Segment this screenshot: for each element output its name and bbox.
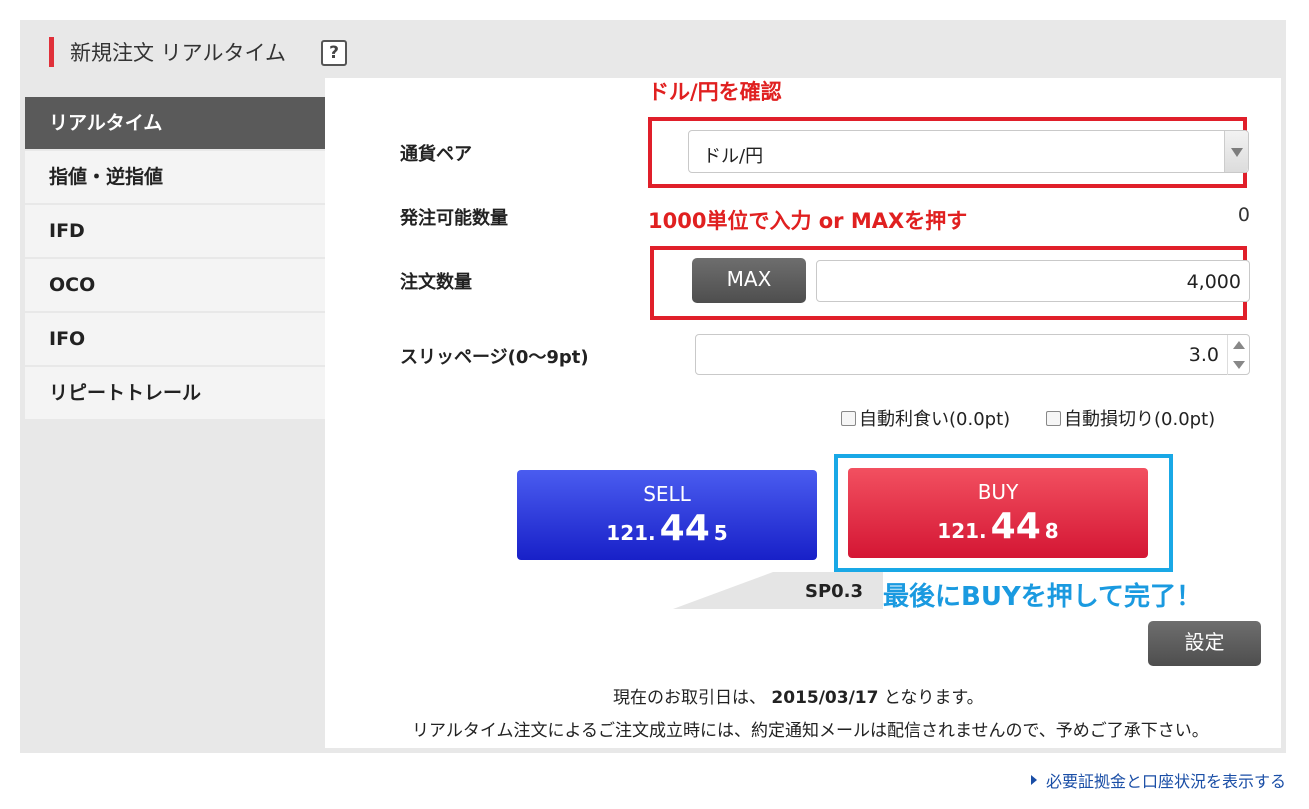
sell-price: 121. 44 5 <box>517 508 817 549</box>
order-qty-label: 注文数量 <box>400 272 472 293</box>
max-button[interactable]: MAX <box>692 258 806 303</box>
spread-wedge <box>673 572 773 609</box>
sidebar-item-oco[interactable]: OCO <box>25 259 325 313</box>
auto-take-profit-checkbox[interactable]: 自動利食い(0.0pt) <box>841 405 1010 431</box>
trade-date-prefix: 現在のお取引日は、 <box>613 688 766 708</box>
order-panel: 新規注文 リアルタイム ? リアルタイム 指値・逆指値 IFD OCO IFO … <box>20 20 1286 753</box>
trade-date-notice: 現在のお取引日は、 2015/03/17 となります。 <box>613 683 984 708</box>
triangle-right-icon <box>1030 775 1037 785</box>
sell-price-small: 5 <box>713 521 728 545</box>
order-qty-input[interactable]: 4,000 <box>816 260 1250 302</box>
buy-price-small: 8 <box>1044 519 1059 543</box>
slippage-input[interactable]: 3.0 <box>695 334 1250 375</box>
sell-price-int: 121. <box>606 521 656 545</box>
available-qty-label: 発注可能数量 <box>400 208 508 229</box>
mail-notice: リアルタイム注文によるご注文成立時には、約定通知メールは配信されませんので、予め… <box>412 721 1209 741</box>
page-title: 新規注文 リアルタイム <box>70 41 287 65</box>
buy-price-int: 121. <box>937 519 987 543</box>
trade-date-suffix: となります。 <box>883 688 984 708</box>
sidebar-item-ifo[interactable]: IFO <box>25 313 325 367</box>
trade-date: 2015/03/17 <box>771 688 879 708</box>
auto-stop-loss-checkbox[interactable]: 自動損切り(0.0pt) <box>1046 405 1215 431</box>
slippage-label: スリッページ(0〜9pt) <box>400 347 589 368</box>
buy-price: 121. 44 8 <box>848 506 1148 547</box>
order-qty-value: 4,000 <box>1186 271 1241 293</box>
margin-status-link[interactable]: 必要証拠金と口座状況を表示する <box>1030 768 1286 792</box>
spread-value: SP0.3 <box>805 581 864 602</box>
sidebar-item-ifd[interactable]: IFD <box>25 205 325 259</box>
checkbox-icon[interactable] <box>1046 410 1061 426</box>
auto-take-profit-label: 自動利食い(0.0pt) <box>859 409 1011 430</box>
buy-button[interactable]: BUY 121. 44 8 <box>848 468 1148 558</box>
currency-pair-label: 通貨ペア <box>400 144 472 165</box>
slippage-value: 3.0 <box>1188 344 1219 366</box>
auto-stop-loss-label: 自動損切り(0.0pt) <box>1064 409 1216 430</box>
sidebar-item-limit-stop[interactable]: 指値・逆指値 <box>25 151 325 205</box>
sidebar-item-repeat-trail[interactable]: リピートトレール <box>25 367 325 421</box>
help-icon[interactable]: ? <box>321 40 347 66</box>
buy-price-big: 44 <box>990 506 1041 547</box>
order-form: ドル/円を確認 通貨ペア ドル/円 発注可能数量 1000単位で入力 or MA… <box>325 78 1281 748</box>
title-accent-bar <box>49 37 54 67</box>
chevron-down-icon[interactable] <box>1224 131 1248 172</box>
settings-button[interactable]: 設定 <box>1148 621 1261 666</box>
sell-button[interactable]: SELL 121. 44 5 <box>517 470 817 560</box>
title-bar: 新規注文 リアルタイム ? <box>20 20 1286 78</box>
sell-label: SELL <box>643 482 691 506</box>
currency-pair-value: ドル/円 <box>703 146 764 167</box>
spinner-down-icon[interactable] <box>1227 355 1249 375</box>
sell-price-big: 44 <box>659 508 710 549</box>
checkbox-icon[interactable] <box>841 410 856 426</box>
sidebar: リアルタイム 指値・逆指値 IFD OCO IFO リピートトレール <box>25 97 354 421</box>
annotation-buy-hint: 最後にBUYを押して完了！ <box>883 582 1202 612</box>
currency-pair-select[interactable]: ドル/円 <box>688 130 1249 173</box>
margin-status-link-label[interactable]: 必要証拠金と口座状況を表示する <box>1046 768 1286 792</box>
available-qty-value: 0 <box>1237 204 1250 226</box>
annotation-confirm-pair: ドル/円を確認 <box>648 80 782 104</box>
buy-label: BUY <box>977 480 1019 504</box>
sidebar-item-realtime[interactable]: リアルタイム <box>25 97 354 151</box>
spinner-up-icon[interactable] <box>1227 335 1249 355</box>
annotation-qty-hint: 1000単位で入力 or MAXを押す <box>648 209 968 233</box>
